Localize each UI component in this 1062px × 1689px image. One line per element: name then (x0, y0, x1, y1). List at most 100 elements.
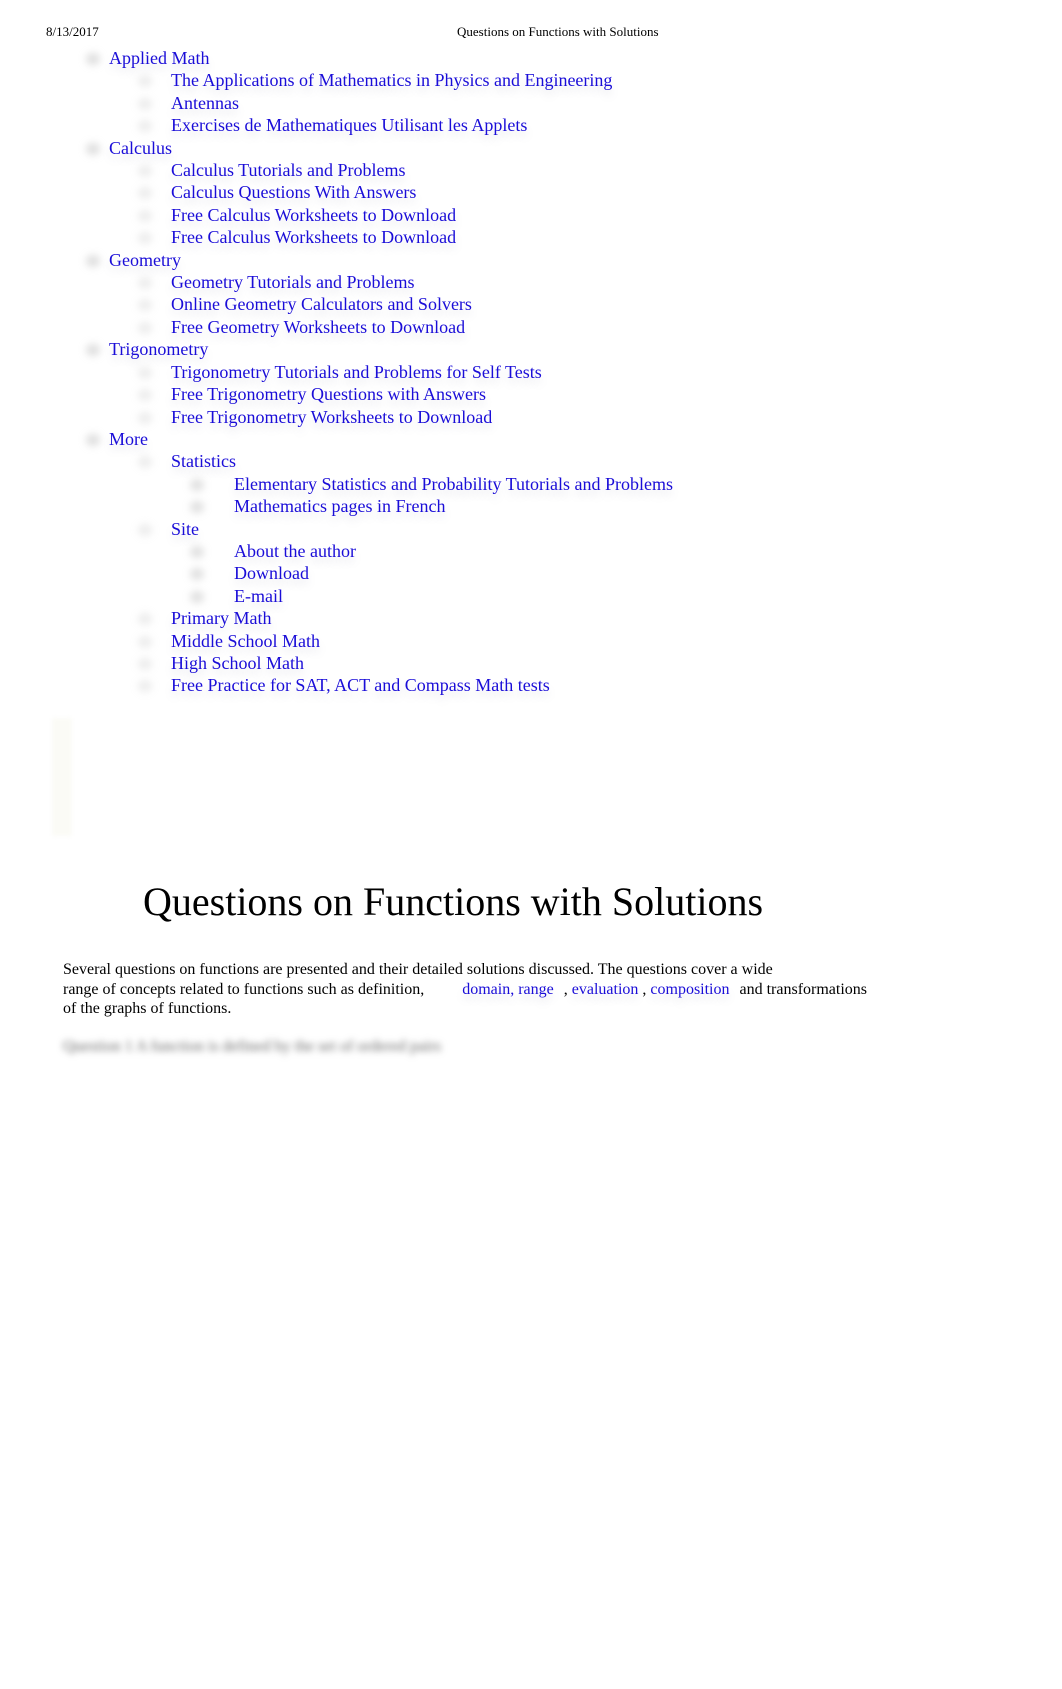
nav-link-elementary-statistics[interactable]: Elementary Statistics and Probability Tu… (234, 474, 673, 494)
faint-sidebar-artifact (52, 718, 72, 836)
print-date: 8/13/2017 (46, 24, 99, 39)
nav-link-geometry-tutorials[interactable]: Geometry Tutorials and Problems (171, 272, 415, 292)
nav-link-middle-school-math[interactable]: Middle School Math (171, 631, 320, 651)
nav-subitem: The Applications of Mathematics in Physi… (0, 69, 1062, 91)
link-evaluation[interactable]: evaluation (572, 981, 639, 998)
nav-link-trig-questions[interactable]: Free Trigonometry Questions with Answers (171, 384, 486, 404)
nav-subitem: Free Calculus Worksheets to Download (0, 226, 1062, 248)
bullet-icon (138, 635, 152, 648)
nav-link-geometry[interactable]: Geometry (109, 250, 181, 270)
blurred-question-heading: Question 1 A function is defined by the … (63, 1038, 442, 1055)
nav-subitem: Antennas (0, 92, 1062, 114)
nav-link-trig-worksheets[interactable]: Free Trigonometry Worksheets to Download (171, 407, 492, 427)
nav-item-applied-math: Applied Math (0, 47, 1062, 69)
nav-subitem: Primary Math (0, 607, 1062, 629)
nav-link-geometry-calculators[interactable]: Online Geometry Calculators and Solvers (171, 294, 472, 314)
bullet-icon (190, 501, 204, 514)
bullet-icon (138, 75, 152, 88)
intro-line-2-start: range of concepts related to functions s… (63, 980, 425, 998)
nav-link-email[interactable]: E-mail (234, 586, 283, 606)
bullet-icon (190, 590, 204, 603)
nav-subsubitem: Download (0, 562, 1062, 584)
nav-link-exercises-applets[interactable]: Exercises de Mathematiques Utilisant les… (171, 115, 527, 135)
nav-link-statistics[interactable]: Statistics (171, 451, 236, 471)
nav-item-calculus: Calculus (0, 137, 1062, 159)
print-header: 8/13/2017 Questions on Functions with So… (0, 24, 1062, 44)
intro-line-2: range of concepts related to functions s… (63, 980, 963, 1000)
nav-link-download[interactable]: Download (234, 563, 309, 583)
nav-link-applied-math[interactable]: Applied Math (109, 48, 210, 68)
separator-comma: , (642, 980, 647, 998)
bullet-icon (138, 97, 152, 110)
bullet-icon (138, 321, 152, 334)
nav-link-trigonometry[interactable]: Trigonometry (109, 339, 208, 359)
nav-link-site[interactable]: Site (171, 519, 199, 539)
bullet-icon (138, 680, 152, 693)
nav-subsubitem: Mathematics pages in French (0, 495, 1062, 517)
nav-link-trig-tutorials[interactable]: Trigonometry Tutorials and Problems for … (171, 362, 542, 382)
nav-item-geometry: Geometry (0, 249, 1062, 271)
nav-item-more: More (0, 428, 1062, 450)
bullet-icon (190, 545, 204, 558)
nav-link-about-author[interactable]: About the author (234, 541, 356, 561)
bullet-icon (138, 187, 152, 200)
nav-link-high-school-math[interactable]: High School Math (171, 653, 304, 673)
nav-link-calculus-questions[interactable]: Calculus Questions With Answers (171, 182, 416, 202)
bullet-icon (138, 299, 152, 312)
nav-item-trigonometry: Trigonometry (0, 338, 1062, 360)
bullet-icon (86, 433, 100, 446)
bullet-icon (138, 456, 152, 469)
nav-subitem: Statistics (0, 450, 1062, 472)
bullet-icon (138, 165, 152, 178)
separator-comma: , (563, 980, 568, 998)
bullet-icon (86, 254, 100, 267)
bullet-icon (138, 657, 152, 670)
bullet-icon (138, 389, 152, 402)
bullet-icon (138, 232, 152, 245)
bullet-icon (86, 142, 100, 155)
bullet-icon (138, 120, 152, 133)
nav-subitem: Free Trigonometry Questions with Answers (0, 383, 1062, 405)
nav-link-applications-physics-engineering[interactable]: The Applications of Mathematics in Physi… (171, 70, 612, 90)
nav-subitem: Free Trigonometry Worksheets to Download (0, 406, 1062, 428)
nav-subitem: Calculus Questions With Answers (0, 181, 1062, 203)
link-domain-range[interactable]: domain, range (462, 981, 554, 998)
bullet-icon (138, 366, 152, 379)
nav-link-math-french[interactable]: Mathematics pages in French (234, 496, 445, 516)
nav-link-primary-math[interactable]: Primary Math (171, 608, 272, 628)
print-page-title: Questions on Functions with Solutions (457, 24, 659, 39)
nav-subitem: Free Calculus Worksheets to Download (0, 204, 1062, 226)
nav-subitem: Free Practice for SAT, ACT and Compass M… (0, 674, 1062, 696)
intro-paragraph: Several questions on functions are prese… (63, 960, 963, 1019)
nav-subitem: Middle School Math (0, 630, 1062, 652)
nav-subitem: High School Math (0, 652, 1062, 674)
bullet-icon (138, 277, 152, 290)
nav-subsubitem: E-mail (0, 585, 1062, 607)
nav-link-calculus-worksheets[interactable]: Free Calculus Worksheets to Download (171, 205, 456, 225)
nav-link-geometry-worksheets[interactable]: Free Geometry Worksheets to Download (171, 317, 465, 337)
nav-subitem: Trigonometry Tutorials and Problems for … (0, 361, 1062, 383)
site-navigation-menu: Applied Math The Applications of Mathema… (0, 47, 1062, 697)
nav-link-antennas[interactable]: Antennas (171, 93, 239, 113)
nav-subsubitem: Elementary Statistics and Probability Tu… (0, 473, 1062, 495)
nav-link-more[interactable]: More (109, 429, 148, 449)
bullet-icon (86, 53, 100, 65)
bullet-icon (86, 344, 100, 357)
nav-subitem: Calculus Tutorials and Problems (0, 159, 1062, 181)
nav-link-calculus[interactable]: Calculus (109, 138, 172, 158)
nav-link-sat-act-compass[interactable]: Free Practice for SAT, ACT and Compass M… (171, 675, 550, 695)
page-title: Questions on Functions with Solutions (143, 879, 764, 924)
nav-link-calculus-tutorials[interactable]: Calculus Tutorials and Problems (171, 160, 406, 180)
nav-subitem: Exercises de Mathematiques Utilisant les… (0, 114, 1062, 136)
bullet-icon (138, 411, 152, 424)
intro-line-3: of the graphs of functions. (63, 1000, 232, 1017)
intro-line-1: Several questions on functions are prese… (63, 961, 773, 978)
link-composition[interactable]: composition (650, 981, 729, 998)
bullet-icon (138, 523, 152, 536)
nav-subitem: Site (0, 518, 1062, 540)
nav-subsubitem: About the author (0, 540, 1062, 562)
bullet-icon (190, 478, 204, 491)
nav-subitem: Online Geometry Calculators and Solvers (0, 293, 1062, 315)
nav-subitem: Geometry Tutorials and Problems (0, 271, 1062, 293)
nav-link-calculus-worksheets-2[interactable]: Free Calculus Worksheets to Download (171, 227, 456, 247)
